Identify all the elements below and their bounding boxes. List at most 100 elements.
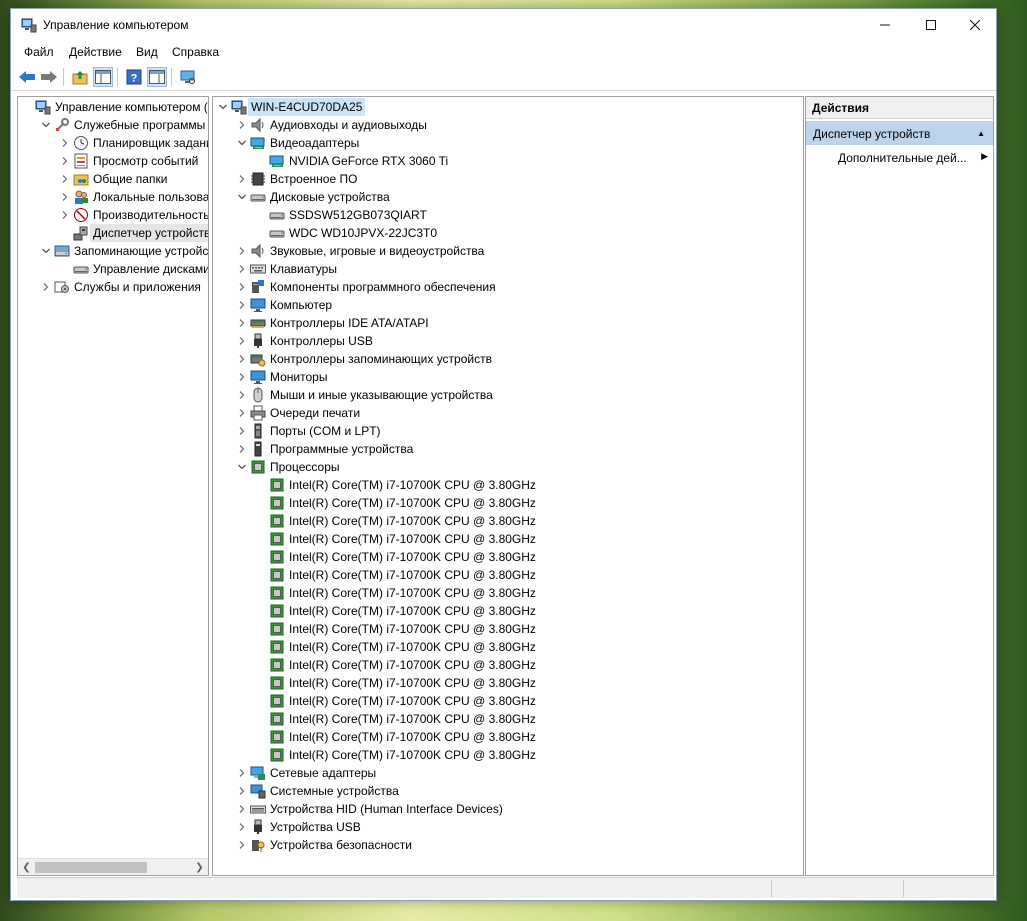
- device-tree-item[interactable]: Intel(R) Core(TM) i7-10700K CPU @ 3.80GH…: [213, 530, 803, 548]
- console-tree-item[interactable]: Служебные программы: [18, 116, 208, 134]
- up-level-button[interactable]: [70, 67, 90, 87]
- device-tree-item[interactable]: Контроллеры запоминающих устройств: [213, 350, 803, 368]
- device-tree-item[interactable]: Intel(R) Core(TM) i7-10700K CPU @ 3.80GH…: [213, 674, 803, 692]
- device-tree-item[interactable]: WDC WD10JPVX-22JC3T0: [213, 224, 803, 242]
- chevron-right-icon[interactable]: [236, 296, 248, 314]
- device-tree-pane[interactable]: WIN-E4CUD70DA25 Аудиовходы и аудиовыходы В…: [212, 96, 804, 876]
- console-tree-pane[interactable]: ❮ ❯ Управление компьютером (л Служебные п…: [17, 96, 209, 876]
- show-hide-action-pane-button[interactable]: [147, 67, 167, 87]
- chevron-right-icon[interactable]: [236, 764, 248, 782]
- device-tree-item[interactable]: SSDSW512GB073QIART: [213, 206, 803, 224]
- device-tree-item[interactable]: Intel(R) Core(TM) i7-10700K CPU @ 3.80GH…: [213, 728, 803, 746]
- actions-section-device-manager[interactable]: Диспетчер устройств ▲: [806, 121, 993, 145]
- console-tree-item[interactable]: Службы и приложения: [18, 278, 208, 296]
- chevron-down-icon[interactable]: [40, 242, 52, 260]
- device-tree-item[interactable]: Intel(R) Core(TM) i7-10700K CPU @ 3.80GH…: [213, 602, 803, 620]
- minimize-button[interactable]: [862, 9, 908, 41]
- chevron-right-icon[interactable]: [236, 242, 248, 260]
- device-tree-item[interactable]: Intel(R) Core(TM) i7-10700K CPU @ 3.80GH…: [213, 710, 803, 728]
- menu-view[interactable]: Вид: [136, 45, 158, 59]
- chevron-right-icon[interactable]: [236, 440, 248, 458]
- chevron-right-icon[interactable]: [59, 134, 71, 152]
- back-button[interactable]: [17, 67, 37, 87]
- console-tree-hscrollbar[interactable]: ❮ ❯: [18, 858, 208, 875]
- device-tree-item[interactable]: Видеоадаптеры: [213, 134, 803, 152]
- device-tree-item[interactable]: Intel(R) Core(TM) i7-10700K CPU @ 3.80GH…: [213, 494, 803, 512]
- device-tree-item[interactable]: Процессоры: [213, 458, 803, 476]
- chevron-right-icon[interactable]: [236, 818, 248, 836]
- console-tree-item[interactable]: Диспетчер устройств: [18, 224, 208, 242]
- title-bar[interactable]: Управление компьютером: [11, 9, 996, 41]
- chevron-right-icon[interactable]: [236, 782, 248, 800]
- chevron-right-icon[interactable]: [59, 152, 71, 170]
- chevron-right-icon[interactable]: [236, 836, 248, 854]
- chevron-right-icon[interactable]: [236, 368, 248, 386]
- device-tree-item[interactable]: Встроенное ПО: [213, 170, 803, 188]
- maximize-button[interactable]: [908, 9, 954, 41]
- device-tree-item[interactable]: Клавиатуры: [213, 260, 803, 278]
- chevron-right-icon[interactable]: [236, 278, 248, 296]
- show-hide-tree-button[interactable]: [93, 67, 113, 87]
- console-tree-item[interactable]: Локальные пользовате: [18, 188, 208, 206]
- device-tree-item[interactable]: Компьютер: [213, 296, 803, 314]
- chevron-right-icon[interactable]: [236, 404, 248, 422]
- chevron-down-icon[interactable]: [236, 134, 248, 152]
- chevron-right-icon[interactable]: [236, 260, 248, 278]
- device-tree-item[interactable]: Очереди печати: [213, 404, 803, 422]
- console-tree-item[interactable]: Просмотр событий: [18, 152, 208, 170]
- device-tree-item[interactable]: Компоненты программного обеспечения: [213, 278, 803, 296]
- console-tree-item[interactable]: Планировщик заданий: [18, 134, 208, 152]
- device-tree-item[interactable]: Звуковые, игровые и видеоустройства: [213, 242, 803, 260]
- device-tree-item[interactable]: Устройства безопасности: [213, 836, 803, 854]
- menu-file[interactable]: Файл: [24, 45, 54, 59]
- chevron-right-icon[interactable]: [236, 116, 248, 134]
- chevron-down-icon[interactable]: [40, 116, 52, 134]
- device-tree-item[interactable]: Intel(R) Core(TM) i7-10700K CPU @ 3.80GH…: [213, 656, 803, 674]
- console-tree-item[interactable]: Производительность: [18, 206, 208, 224]
- device-tree-item[interactable]: Intel(R) Core(TM) i7-10700K CPU @ 3.80GH…: [213, 548, 803, 566]
- scroll-thumb[interactable]: [35, 862, 147, 873]
- device-tree-item[interactable]: NVIDIA GeForce RTX 3060 Ti: [213, 152, 803, 170]
- device-tree-item[interactable]: Intel(R) Core(TM) i7-10700K CPU @ 3.80GH…: [213, 746, 803, 764]
- device-tree-item[interactable]: Дисковые устройства: [213, 188, 803, 206]
- device-tree-item[interactable]: Мониторы: [213, 368, 803, 386]
- device-tree-item[interactable]: Intel(R) Core(TM) i7-10700K CPU @ 3.80GH…: [213, 476, 803, 494]
- chevron-right-icon[interactable]: [59, 188, 71, 206]
- chevron-down-icon[interactable]: [236, 458, 248, 476]
- device-tree-item[interactable]: Устройства HID (Human Interface Devices): [213, 800, 803, 818]
- device-tree-item[interactable]: Устройства USB: [213, 818, 803, 836]
- device-tree-item[interactable]: Intel(R) Core(TM) i7-10700K CPU @ 3.80GH…: [213, 620, 803, 638]
- console-tree-item[interactable]: Управление компьютером (л: [18, 98, 208, 116]
- menu-action[interactable]: Действие: [69, 45, 122, 59]
- chevron-right-icon[interactable]: [236, 800, 248, 818]
- forward-button[interactable]: [39, 67, 59, 87]
- chevron-right-icon[interactable]: [40, 278, 52, 296]
- chevron-right-icon[interactable]: [236, 170, 248, 188]
- chevron-right-icon[interactable]: [236, 332, 248, 350]
- device-tree-item[interactable]: Intel(R) Core(TM) i7-10700K CPU @ 3.80GH…: [213, 692, 803, 710]
- chevron-right-icon[interactable]: [59, 206, 71, 224]
- device-tree-item[interactable]: Intel(R) Core(TM) i7-10700K CPU @ 3.80GH…: [213, 638, 803, 656]
- console-tree-item[interactable]: Запоминающие устройст: [18, 242, 208, 260]
- device-tree-item[interactable]: Аудиовходы и аудиовыходы: [213, 116, 803, 134]
- help-button[interactable]: ?: [124, 67, 144, 87]
- close-button[interactable]: [952, 9, 998, 41]
- menu-help[interactable]: Справка: [172, 45, 219, 59]
- chevron-right-icon[interactable]: [236, 350, 248, 368]
- chevron-right-icon[interactable]: [236, 314, 248, 332]
- chevron-down-icon[interactable]: [236, 188, 248, 206]
- chevron-right-icon[interactable]: [236, 386, 248, 404]
- device-tree-item[interactable]: WIN-E4CUD70DA25: [213, 98, 803, 116]
- device-tree-item[interactable]: Контроллеры USB: [213, 332, 803, 350]
- chevron-down-icon[interactable]: [217, 98, 229, 116]
- collapse-up-icon[interactable]: ▲: [977, 129, 985, 138]
- console-tree-item[interactable]: Общие папки: [18, 170, 208, 188]
- device-tree-item[interactable]: Сетевые адаптеры: [213, 764, 803, 782]
- device-tree-item[interactable]: Мыши и иные указывающие устройства: [213, 386, 803, 404]
- device-tree-item[interactable]: Intel(R) Core(TM) i7-10700K CPU @ 3.80GH…: [213, 566, 803, 584]
- more-actions-item[interactable]: Дополнительные дей... ▶: [838, 147, 988, 167]
- chevron-right-icon[interactable]: [59, 170, 71, 188]
- scan-hardware-button[interactable]: [178, 67, 198, 87]
- console-tree-item[interactable]: Управление дисками: [18, 260, 208, 278]
- device-tree-item[interactable]: Программные устройства: [213, 440, 803, 458]
